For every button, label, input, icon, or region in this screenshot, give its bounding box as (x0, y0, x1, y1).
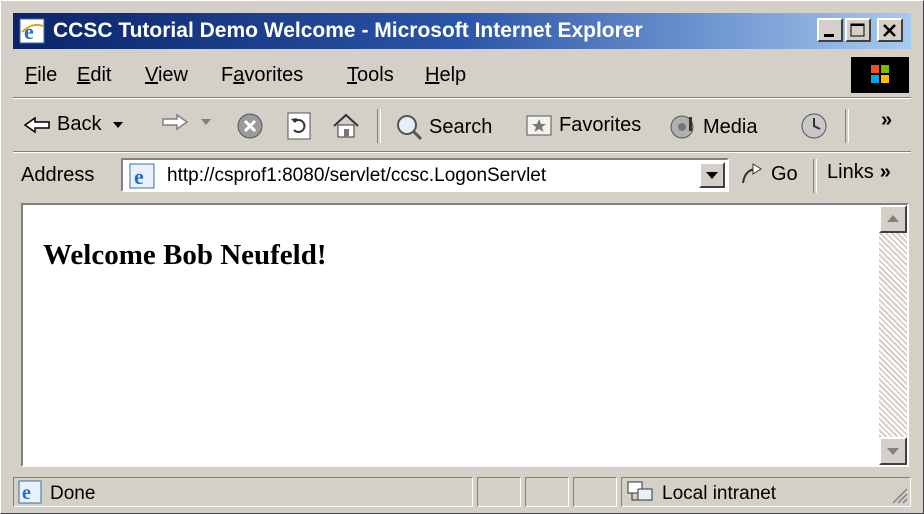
address-url: http://csprof1:8080/servlet/ccsc.LogonSe… (167, 165, 547, 186)
status-pane-zone: Local intranet (621, 477, 911, 507)
back-arrow-icon (23, 116, 50, 133)
svg-text:e: e (22, 482, 31, 504)
scroll-down-button[interactable] (879, 437, 907, 465)
standard-toolbar: Back Search Favorites Media » (13, 101, 911, 151)
status-text: Done (50, 483, 96, 504)
svg-text:e: e (134, 164, 144, 189)
menu-separator (13, 97, 911, 99)
forward-button[interactable] (161, 113, 213, 131)
favorites-button[interactable]: Favorites (525, 113, 641, 137)
title-bar[interactable]: e CCSC Tutorial Demo Welcome - Microsoft… (13, 13, 911, 49)
svg-text:e: e (24, 19, 34, 44)
refresh-button[interactable] (285, 111, 313, 141)
address-bar: Address e http://csprof1:8080/servlet/cc… (13, 155, 911, 197)
welcome-heading: Welcome Bob Neufeld! (43, 239, 327, 271)
home-icon (333, 113, 359, 138)
page-content: Welcome Bob Neufeld! (21, 203, 909, 467)
toolbar-chevron-button[interactable]: » (881, 109, 892, 132)
go-button[interactable]: Go (739, 161, 798, 187)
links-label: Links (827, 161, 874, 183)
menu-edit[interactable]: Edit (77, 64, 111, 87)
maximize-button[interactable] (845, 18, 871, 42)
windows-logo-icon (851, 57, 909, 93)
back-dropdown-icon[interactable] (111, 120, 125, 130)
chevron-icon: » (881, 109, 893, 131)
maximize-icon (850, 23, 865, 37)
minimize-button[interactable] (817, 18, 843, 42)
go-arrow-icon (742, 163, 762, 184)
status-pane-main: e Done (13, 477, 473, 507)
status-pane-empty (525, 477, 569, 507)
chevron-down-icon (706, 172, 718, 179)
status-pane-empty (573, 477, 617, 507)
vertical-scrollbar[interactable] (879, 205, 907, 465)
address-label: Address (21, 164, 95, 186)
scroll-up-button[interactable] (879, 205, 907, 233)
addressbar-separator (813, 159, 817, 193)
links-button[interactable]: Links » (827, 161, 891, 184)
status-bar: e Done Local intranet (13, 473, 911, 509)
forward-arrow-icon (162, 113, 189, 131)
back-label: Back (57, 113, 102, 135)
chevron-down-icon (887, 448, 899, 455)
links-chevron-icon: » (879, 161, 891, 183)
chevron-up-icon (887, 215, 899, 222)
menu-view[interactable]: View (145, 64, 188, 87)
media-label: Media (703, 115, 758, 138)
ie-page-icon: e (129, 163, 155, 189)
window-title: CCSC Tutorial Demo Welcome - Microsoft I… (53, 19, 643, 42)
media-icon (670, 115, 694, 139)
favorites-label: Favorites (559, 113, 642, 136)
history-icon (801, 113, 827, 139)
address-input[interactable]: e http://csprof1:8080/servlet/ccsc.Logon… (121, 158, 729, 192)
menu-bar: File Edit View Favorites Tools Help (13, 55, 911, 95)
menu-file[interactable]: File (25, 64, 57, 87)
menu-help[interactable]: Help (425, 64, 466, 87)
status-pane-empty (477, 477, 521, 507)
ie-window: e CCSC Tutorial Demo Welcome - Microsoft… (0, 0, 924, 514)
search-icon (397, 115, 423, 141)
stop-icon (237, 113, 263, 139)
forward-dropdown-icon[interactable] (199, 117, 213, 127)
go-label: Go (771, 162, 798, 185)
toolbar-separator-line (13, 151, 911, 153)
history-button[interactable] (799, 111, 829, 141)
close-icon (883, 24, 896, 37)
toolbar-separator (377, 109, 381, 143)
menu-tools[interactable]: Tools (347, 64, 394, 87)
minimize-icon (824, 34, 834, 37)
stop-button[interactable] (235, 111, 265, 141)
menu-file-label: ile (37, 64, 58, 86)
resize-grip-icon[interactable] (890, 486, 908, 504)
intranet-icon (627, 481, 653, 501)
home-button[interactable] (331, 111, 361, 141)
media-button[interactable]: Media (669, 113, 757, 141)
back-button[interactable]: Back (23, 113, 125, 136)
search-label: Search (429, 115, 493, 138)
menu-favorites[interactable]: Favorites (221, 64, 303, 87)
refresh-icon (287, 112, 311, 140)
ie-logo-icon: e (19, 18, 45, 44)
favorites-icon (526, 115, 552, 136)
close-button[interactable] (877, 18, 903, 42)
toolbar-separator (845, 109, 849, 143)
zone-text: Local intranet (662, 483, 777, 504)
ie-page-icon: e (18, 480, 42, 504)
search-button[interactable]: Search (395, 113, 492, 141)
address-dropdown-button[interactable] (699, 162, 725, 188)
